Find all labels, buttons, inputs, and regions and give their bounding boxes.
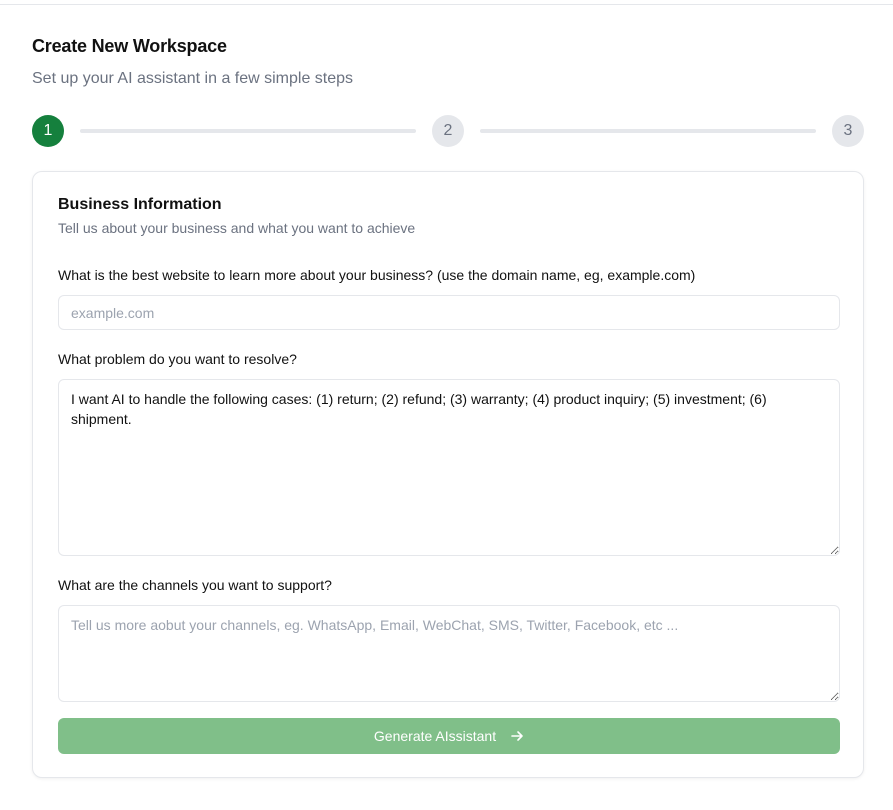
generate-assistant-button[interactable]: Generate AIssistant [58, 718, 840, 754]
step-1: 1 [32, 115, 64, 147]
website-label: What is the best website to learn more a… [58, 267, 696, 283]
card-description: Tell us about your business and what you… [58, 220, 416, 236]
page-title: Create New Workspace [32, 36, 227, 56]
arrow-right-icon [511, 731, 523, 741]
business-info-card: Business Information Tell us about your … [32, 171, 864, 778]
problem-label: What problem do you want to resolve? [58, 351, 297, 367]
top-divider [0, 4, 893, 5]
website-input[interactable] [58, 295, 840, 330]
step-3: 3 [832, 115, 864, 147]
step-connector-2 [480, 129, 816, 133]
card-title: Business Information [58, 196, 222, 213]
channels-label: What are the channels you want to suppor… [58, 577, 332, 593]
page-subtitle: Set up your AI assistant in a few simple… [32, 70, 354, 87]
step-connector-1 [80, 129, 416, 133]
step-2: 2 [432, 115, 464, 147]
channels-textarea[interactable] [58, 605, 840, 702]
generate-button-label: Generate AIssistant [373, 728, 497, 744]
problem-textarea[interactable]: I want AI to handle the following cases:… [58, 379, 840, 556]
